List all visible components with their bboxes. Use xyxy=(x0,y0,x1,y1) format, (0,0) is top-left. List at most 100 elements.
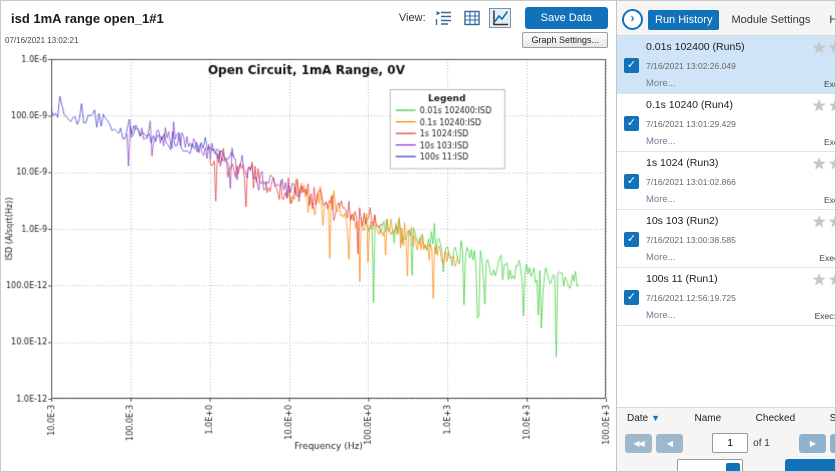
filter-row-clipped xyxy=(617,459,835,471)
tab-module-settings[interactable]: Module Settings xyxy=(724,10,817,30)
run-start-timestamp: 07/16/2021 13:02:21 xyxy=(5,35,79,45)
chart-subheader: 07/16/2021 13:02:21 Graph Settings... xyxy=(1,29,616,49)
star-rating[interactable]: ★★★ xyxy=(812,157,835,173)
checkmark-icon: ✓ xyxy=(626,174,637,187)
star-rating[interactable]: ★★★ xyxy=(812,273,835,289)
run-more-link[interactable]: More... xyxy=(646,78,805,89)
run-info: 0.01s 102400 (Run5) 7/16/2021 13:02:26.0… xyxy=(646,41,805,89)
run-timestamp: 7/16/2021 13:00:38.585 xyxy=(646,234,736,245)
checkmark-icon: ✓ xyxy=(626,290,637,303)
run-history-pane: › Run History Module Settings Help ✓ 0.0… xyxy=(617,1,836,471)
panel-tabs-bar: › Run History Module Settings Help xyxy=(617,1,835,35)
sort-by-checked[interactable]: Checked xyxy=(756,413,795,424)
run-more-link[interactable]: More... xyxy=(646,252,805,263)
chart-pane: isd 1mA range open_1#1 View: Save Data 0… xyxy=(1,1,617,471)
star-icon[interactable]: ★ xyxy=(828,157,835,173)
first-page-button[interactable]: ◀◀ xyxy=(625,433,652,453)
run-exec-time: Exec: 5 s xyxy=(824,137,835,147)
last-page-button[interactable]: ▶▶ xyxy=(829,433,835,453)
page-number-input[interactable] xyxy=(712,433,749,453)
run-checkbox[interactable]: ✓ xyxy=(624,115,639,131)
pagination: ◀◀ ◀ of 1 ▶ ▶▶ xyxy=(617,428,835,459)
star-rating[interactable]: ★★★ xyxy=(812,215,835,231)
star-rating[interactable]: ★★★ xyxy=(812,99,835,115)
star-icon[interactable]: ★ xyxy=(828,99,835,115)
view-table-icon[interactable] xyxy=(461,8,483,28)
sort-by-date[interactable]: Date ▼ xyxy=(627,413,660,424)
run-timestamp: 7/16/2021 13:01:29.429 xyxy=(646,118,736,129)
run-item[interactable]: ✓ 1s 1024 (Run3) 7/16/2021 13:01:02.866 … xyxy=(617,152,835,210)
run-exec-time: Exec: 105 s xyxy=(814,311,836,321)
run-timestamp: 7/16/2021 12:56:19.725 xyxy=(646,292,736,303)
application-window: isd 1mA range open_1#1 View: Save Data 0… xyxy=(0,0,836,472)
star-icon[interactable]: ★ xyxy=(812,215,826,231)
star-icon[interactable]: ★ xyxy=(812,41,826,57)
run-timestamp: 7/16/2021 13:01:02.866 xyxy=(646,176,736,187)
sort-by-name[interactable]: Name xyxy=(695,413,722,424)
run-item[interactable]: ✓ 10s 103 (Run2) 7/16/2021 13:00:38.585 … xyxy=(617,210,835,268)
run-item[interactable]: ✓ 0.1s 10240 (Run4) 7/16/2021 13:01:29.4… xyxy=(617,94,835,152)
star-icon[interactable]: ★ xyxy=(828,41,835,57)
star-icon[interactable]: ★ xyxy=(812,157,826,173)
checkmark-icon: ✓ xyxy=(626,232,637,245)
run-checkbox[interactable]: ✓ xyxy=(624,231,639,247)
previous-page-button[interactable]: ◀ xyxy=(656,433,683,453)
run-meta: ★★★ Exec: 5 s xyxy=(812,99,835,148)
checkmark-icon: ✓ xyxy=(626,58,637,71)
star-icon[interactable]: ★ xyxy=(828,215,835,231)
page-indicator: of 1 xyxy=(712,433,770,453)
run-name: 1s 1024 (Run3) xyxy=(646,157,719,169)
view-label: View: xyxy=(398,12,426,24)
tab-run-history[interactable]: Run History xyxy=(648,9,720,30)
chevron-right-icon: › xyxy=(630,11,635,25)
run-info: 100s 11 (Run1) 7/16/2021 12:56:19.725 Mo… xyxy=(646,273,805,321)
run-info: 1s 1024 (Run3) 7/16/2021 13:01:02.866 Mo… xyxy=(646,157,805,205)
tab-help[interactable]: Help xyxy=(822,10,835,30)
run-checkbox[interactable]: ✓ xyxy=(624,173,639,189)
run-more-link[interactable]: More... xyxy=(646,194,805,205)
run-meta: ★★★ Exec: 105 s xyxy=(812,273,836,322)
noise-spectrum-chart[interactable] xyxy=(3,51,616,457)
run-more-link[interactable]: More... xyxy=(646,310,805,321)
run-list: ✓ 0.01s 102400 (Run5) 7/16/2021 13:02:26… xyxy=(617,35,836,407)
test-title: isd 1mA range open_1#1 xyxy=(11,10,164,26)
run-meta: ★★★ Exec: 6 s xyxy=(812,157,835,206)
sort-header: Date▼ Name Checked Stars xyxy=(617,407,835,428)
run-exec-time: Exec: 6 s xyxy=(824,195,835,205)
date-filter-input[interactable] xyxy=(677,459,743,471)
save-data-button[interactable]: Save Data xyxy=(524,7,608,29)
run-exec-time: Exec: 15 s xyxy=(819,253,835,263)
run-more-link[interactable]: More... xyxy=(646,136,805,147)
run-info: 0.1s 10240 (Run4) 7/16/2021 13:01:29.429… xyxy=(646,99,805,147)
run-meta: ★★★ Exec: 15 s xyxy=(812,215,835,264)
star-icon[interactable]: ★ xyxy=(812,273,826,289)
star-icon[interactable]: ★ xyxy=(812,99,826,115)
chart-header: isd 1mA range open_1#1 View: Save Data xyxy=(1,1,616,29)
run-info: 10s 103 (Run2) 7/16/2021 13:00:38.585 Mo… xyxy=(646,215,805,263)
run-timestamp: 7/16/2021 13:02:26.049 xyxy=(646,60,736,71)
run-name: 100s 11 (Run1) xyxy=(646,273,718,285)
star-icon[interactable]: ★ xyxy=(828,273,835,289)
graph-settings-button[interactable]: Graph Settings... xyxy=(522,32,608,48)
run-item[interactable]: ✓ 100s 11 (Run1) 7/16/2021 12:56:19.725 … xyxy=(617,268,836,326)
star-rating[interactable]: ★★★ xyxy=(812,41,835,57)
calendar-icon[interactable] xyxy=(726,463,740,471)
collapse-panel-button[interactable]: › xyxy=(622,9,643,30)
run-exec-time: Exec: 4 s xyxy=(824,79,835,89)
next-page-button[interactable]: ▶ xyxy=(798,433,826,453)
run-name: 10s 103 (Run2) xyxy=(646,215,719,227)
page-count-label: of 1 xyxy=(753,437,770,449)
run-meta: ★★★ Exec: 4 s xyxy=(812,41,835,90)
run-checkbox[interactable]: ✓ xyxy=(624,289,639,305)
view-graph-icon[interactable] xyxy=(488,8,511,28)
run-item[interactable]: ✓ 0.01s 102400 (Run5) 7/16/2021 13:02:26… xyxy=(617,36,835,94)
checkmark-icon: ✓ xyxy=(626,116,637,129)
view-switcher xyxy=(433,8,511,28)
view-report-icon[interactable] xyxy=(433,8,455,28)
pagination-back-group: ◀◀ ◀ xyxy=(625,433,683,453)
run-name: 0.01s 102400 (Run5) xyxy=(646,41,745,53)
run-name: 0.1s 10240 (Run4) xyxy=(646,99,733,111)
filter-apply-button[interactable] xyxy=(784,459,835,471)
run-checkbox[interactable]: ✓ xyxy=(624,57,639,73)
sort-by-stars[interactable]: Stars xyxy=(830,413,835,424)
